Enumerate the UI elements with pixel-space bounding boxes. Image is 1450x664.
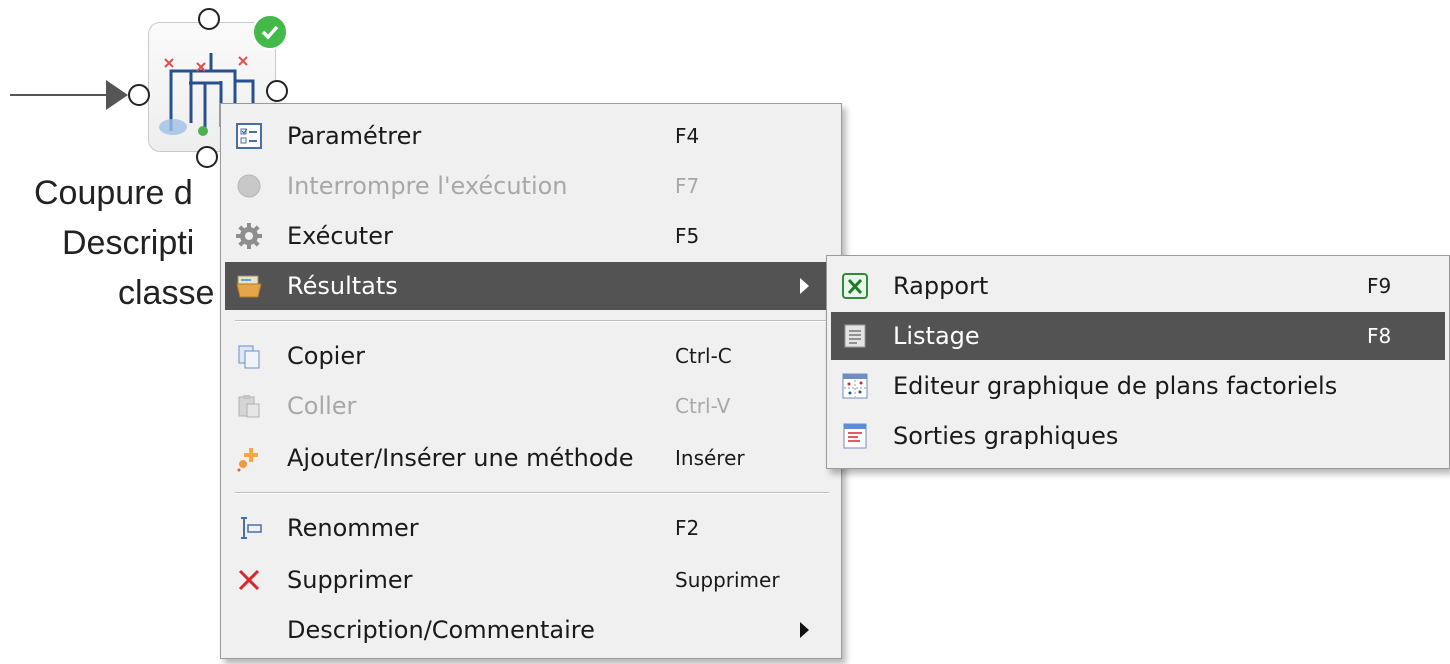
submenu-arrow-icon	[800, 278, 809, 294]
submenu-arrow-icon	[800, 622, 809, 638]
results-folder-icon	[235, 272, 263, 300]
node-label-line: Coupure d	[34, 174, 193, 212]
listing-icon	[841, 322, 869, 350]
menu-item-label: Supprimer	[287, 566, 413, 594]
menu-item-resultats[interactable]: Résultats	[225, 262, 837, 310]
context-menu: Paramétrer F4 Interrompre l'exécution F7…	[220, 103, 842, 659]
delete-x-icon	[235, 566, 263, 594]
menu-item-executer[interactable]: Exécuter F5	[225, 212, 837, 260]
top-port[interactable]	[198, 8, 220, 30]
menu-separator	[235, 320, 829, 322]
menu-item-label: Editeur graphique de plans factoriels	[893, 372, 1338, 400]
menu-item-label: Renommer	[287, 514, 419, 542]
menu-item-label: Sorties graphiques	[893, 422, 1119, 450]
menu-item-label: Copier	[287, 342, 365, 370]
stop-circle-icon	[235, 172, 263, 200]
gear-icon	[235, 222, 263, 250]
menu-item-label: Ajouter/Insérer une méthode	[287, 444, 634, 472]
input-port[interactable]	[128, 84, 150, 106]
input-arrow-icon	[106, 80, 128, 110]
paste-icon	[235, 392, 263, 420]
rename-icon	[235, 514, 263, 542]
results-submenu: Rapport F9 Listage F8 Editeur graphique …	[826, 255, 1450, 469]
submenu-item-rapport[interactable]: Rapport F9	[831, 262, 1445, 310]
menu-item-coller[interactable]: Coller Ctrl-V	[225, 382, 837, 430]
menu-item-description[interactable]: Description/Commentaire	[225, 606, 837, 654]
submenu-item-listage[interactable]: Listage F8	[831, 312, 1445, 360]
menu-item-renommer[interactable]: Renommer F2	[225, 504, 837, 552]
bottom-port[interactable]	[196, 146, 218, 168]
node-label-line: classe	[118, 274, 215, 312]
menu-item-shortcut: Supprimer	[675, 568, 780, 592]
menu-item-shortcut: F7	[675, 174, 700, 198]
menu-item-label: Description/Commentaire	[287, 616, 595, 644]
menu-item-label: Coller	[287, 392, 357, 420]
output-port[interactable]	[266, 80, 288, 102]
menu-item-parametrer[interactable]: Paramétrer F4	[225, 112, 837, 160]
menu-item-shortcut: F9	[1367, 274, 1392, 298]
menu-item-supprimer[interactable]: Supprimer Supprimer	[225, 556, 837, 604]
submenu-item-editeur-graphique[interactable]: Editeur graphique de plans factoriels	[831, 362, 1445, 410]
copy-icon	[235, 342, 263, 370]
menu-item-shortcut: F4	[675, 124, 700, 148]
menu-item-label: Rapport	[893, 272, 989, 300]
menu-item-label: Interrompre l'exécution	[287, 172, 568, 200]
factorial-plot-icon	[841, 372, 869, 400]
menu-item-label: Résultats	[287, 272, 398, 300]
menu-item-shortcut: F8	[1367, 324, 1392, 348]
submenu-item-sorties-graphiques[interactable]: Sorties graphiques	[831, 412, 1445, 460]
menu-separator	[235, 492, 829, 494]
input-connector-line	[10, 94, 110, 96]
menu-item-shortcut: Ctrl-V	[675, 394, 731, 418]
menu-item-shortcut: F2	[675, 516, 700, 540]
menu-item-label: Exécuter	[287, 222, 393, 250]
menu-item-shortcut: F5	[675, 224, 700, 248]
excel-report-icon	[841, 272, 869, 300]
add-method-icon	[235, 444, 263, 472]
node-label-line: Descripti	[62, 224, 195, 262]
parameters-icon	[235, 122, 263, 150]
menu-item-ajouter-methode[interactable]: Ajouter/Insérer une méthode Insérer	[225, 434, 837, 482]
menu-item-shortcut: Ctrl-C	[675, 344, 732, 368]
check-icon	[252, 14, 288, 50]
graphic-output-icon	[841, 422, 869, 450]
menu-item-label: Listage	[893, 322, 980, 350]
menu-item-interrompre[interactable]: Interrompre l'exécution F7	[225, 162, 837, 210]
menu-item-copier[interactable]: Copier Ctrl-C	[225, 332, 837, 380]
menu-item-label: Paramétrer	[287, 122, 422, 150]
menu-item-shortcut: Insérer	[675, 446, 745, 470]
